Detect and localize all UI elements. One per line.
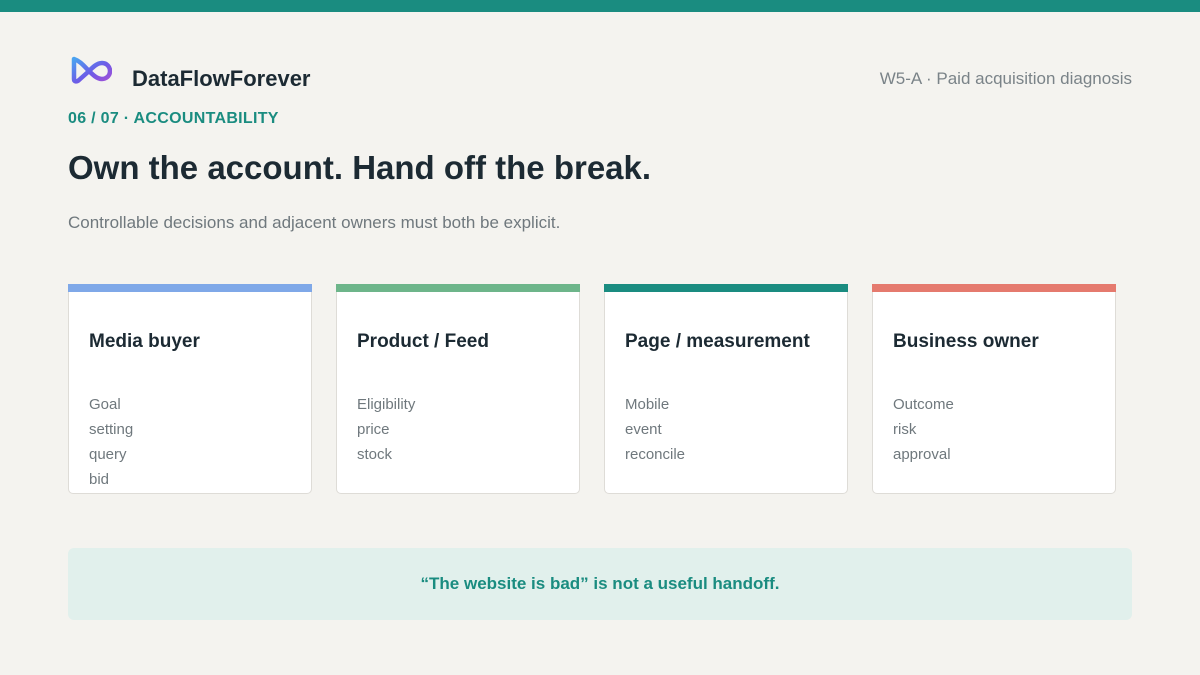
card-item-list: Goal setting query bid <box>89 392 133 492</box>
card-item: price <box>357 421 390 438</box>
card-product-feed: Product / Feed Eligibility price stock <box>336 284 580 494</box>
card-item: event <box>625 421 662 438</box>
page-subtitle: Controllable decisions and adjacent owne… <box>68 213 561 232</box>
card-page-measurement: Page / measurement Mobile event reconcil… <box>604 284 848 494</box>
brand-name: DataFlowForever <box>132 66 311 91</box>
card-item: stock <box>357 446 393 463</box>
card-item: Outcome <box>893 396 954 413</box>
card-accent-bar <box>604 284 848 292</box>
card-item: Goal <box>89 396 121 413</box>
card-accent-bar <box>68 284 312 292</box>
deck-label: W5-A · Paid acquisition diagnosis <box>879 69 1132 88</box>
card-title: Page / measurement <box>625 331 810 352</box>
card-item: Mobile <box>625 396 670 413</box>
callout-text: “The website is bad” is not a useful han… <box>420 574 780 593</box>
card-business-owner: Business owner Outcome risk approval <box>872 284 1116 494</box>
card-item: reconcile <box>625 446 686 463</box>
card-item: risk <box>893 421 917 438</box>
card-item-list: Eligibility price stock <box>357 392 415 467</box>
card-item: Eligibility <box>357 396 416 413</box>
card-item-list: Mobile event reconcile <box>625 392 685 467</box>
card-item: bid <box>89 471 110 488</box>
callout-box: “The website is bad” is not a useful han… <box>68 548 1132 620</box>
card-media-buyer: Media buyer Goal setting query bid <box>68 284 312 494</box>
card-title: Product / Feed <box>357 331 489 352</box>
top-accent-bar <box>0 0 1200 12</box>
page-title: Own the account. Hand off the break. <box>68 149 652 186</box>
card-item: setting <box>89 421 134 438</box>
card-item: query <box>89 446 127 463</box>
card-title: Business owner <box>893 331 1039 352</box>
card-title: Media buyer <box>89 331 200 352</box>
section-label: 06 / 07 · ACCOUNTABILITY <box>68 110 279 127</box>
card-item-list: Outcome risk approval <box>893 392 954 467</box>
card-accent-bar <box>872 284 1116 292</box>
card-accent-bar <box>336 284 580 292</box>
card-item: approval <box>893 446 951 463</box>
owner-cards: Media buyer Goal setting query bid Produ… <box>68 284 1116 494</box>
infinity-logo-icon <box>71 56 112 84</box>
